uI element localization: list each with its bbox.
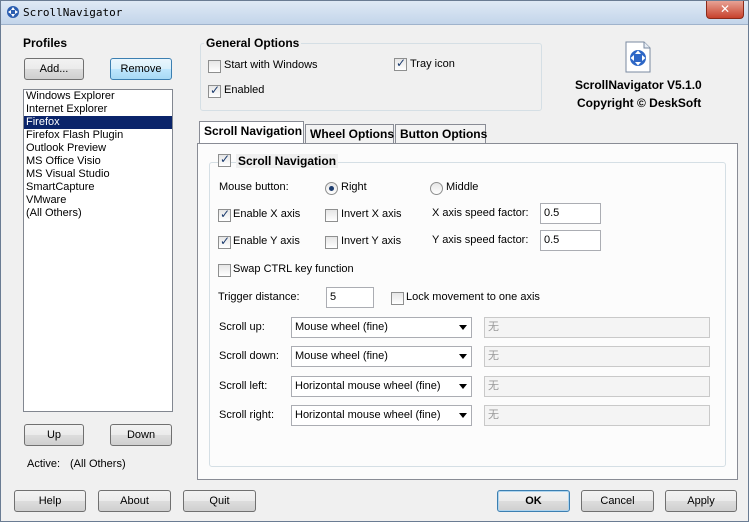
scroll-row-label: Scroll left: (219, 380, 268, 392)
swap-ctrl-label: Swap CTRL key function (233, 263, 354, 275)
tab-wheel-options[interactable]: Wheel Options (305, 124, 394, 144)
scroll-action-value: Mouse wheel (fine) (295, 350, 388, 362)
remove-profile-button[interactable]: Remove (110, 58, 172, 80)
right-button-radio[interactable] (325, 182, 338, 195)
enable-y-axis-label: Enable Y axis (233, 235, 300, 247)
scroll-extra-field: 无 (484, 405, 710, 426)
dropdown-arrow-icon (459, 384, 467, 389)
scroll-row-label: Scroll right: (219, 409, 275, 421)
dropdown-arrow-icon (459, 325, 467, 330)
tab-button-options[interactable]: Button Options (395, 124, 487, 144)
product-version: ScrollNavigator V5.1.0 (575, 78, 702, 92)
start-with-windows-checkbox[interactable] (208, 60, 221, 73)
active-value: (All Others) (70, 458, 126, 470)
scroll-extra-field: 无 (484, 376, 710, 397)
invert-y-axis-checkbox[interactable] (325, 236, 338, 249)
scroll-action-value: Horizontal mouse wheel (fine) (295, 380, 441, 392)
scroll-action-value: Mouse wheel (fine) (295, 321, 388, 333)
profiles-list-items: Windows Explorer Internet Explorer Firefox… (24, 90, 172, 220)
enabled-label: Enabled (224, 84, 265, 96)
invert-x-axis-label: Invert X axis (341, 208, 402, 220)
right-button-label: Right (341, 181, 367, 193)
ok-button[interactable]: OK (497, 490, 570, 512)
window-title: ScrollNavigator (23, 6, 123, 19)
list-item[interactable]: Firefox Flash Plugin (24, 129, 172, 142)
scroll-action-select[interactable]: Mouse wheel (fine) (291, 317, 472, 338)
general-options-title: General Options (204, 36, 302, 50)
cancel-button[interactable]: Cancel (581, 490, 654, 512)
scroll-navigation-checkbox[interactable] (218, 152, 231, 167)
about-button[interactable]: About (98, 490, 171, 512)
invert-y-axis-label: Invert Y axis (341, 235, 402, 247)
scroll-action-select[interactable]: Horizontal mouse wheel (fine) (291, 376, 472, 397)
swap-ctrl-checkbox[interactable] (218, 264, 231, 277)
main-window: ScrollNavigator ✕ Profiles Add... Remove… (0, 0, 749, 522)
title-bar[interactable]: ScrollNavigator ✕ (1, 1, 748, 25)
add-profile-button[interactable]: Add... (24, 58, 84, 80)
y-speed-label: Y axis speed factor: (432, 234, 529, 246)
lock-movement-checkbox[interactable] (391, 292, 404, 305)
list-item[interactable]: Internet Explorer (24, 103, 172, 116)
scroll-navigation-section-label: Scroll Navigation (236, 154, 339, 168)
scroll-extra-field: 无 (484, 346, 710, 367)
apply-button[interactable]: Apply (665, 490, 737, 512)
general-options-group (200, 43, 542, 111)
mouse-button-label: Mouse button: (219, 181, 289, 193)
list-item[interactable]: SmartCapture (24, 181, 172, 194)
x-speed-label: X axis speed factor: (432, 207, 529, 219)
scroll-extra-field: 无 (484, 317, 710, 338)
enable-x-axis-label: Enable X axis (233, 208, 301, 220)
start-with-windows-label: Start with Windows (224, 59, 318, 71)
list-item[interactable]: MS Office Visio (24, 155, 172, 168)
list-item[interactable]: Outlook Preview (24, 142, 172, 155)
move-arrows-icon (625, 41, 651, 73)
tab-scroll-navigation[interactable]: Scroll Navigation (199, 121, 304, 143)
middle-button-label: Middle (446, 181, 479, 193)
list-item[interactable]: VMware (24, 194, 172, 207)
list-item[interactable]: Windows Explorer (24, 90, 172, 103)
tray-icon-checkbox[interactable] (394, 56, 407, 71)
dropdown-arrow-icon (459, 354, 467, 359)
scroll-row-label: Scroll up: (219, 321, 265, 333)
scroll-action-select[interactable]: Mouse wheel (fine) (291, 346, 472, 367)
tray-icon-label: Tray icon (410, 58, 455, 70)
scroll-action-value: Horizontal mouse wheel (fine) (295, 409, 441, 421)
y-speed-input[interactable]: 0.5 (540, 230, 601, 251)
trigger-distance-label: Trigger distance: (218, 291, 300, 303)
list-item[interactable]: Firefox (24, 116, 172, 129)
help-button[interactable]: Help (14, 490, 86, 512)
active-label: Active: (27, 458, 61, 470)
scroll-row-label: Scroll down: (219, 350, 279, 362)
middle-button-radio[interactable] (430, 182, 443, 195)
enable-y-axis-checkbox[interactable] (218, 234, 231, 249)
copyright-text: Copyright © DeskSoft (577, 96, 702, 110)
invert-x-axis-checkbox[interactable] (325, 209, 338, 222)
quit-button[interactable]: Quit (183, 490, 256, 512)
down-button[interactable]: Down (110, 424, 172, 446)
list-item[interactable]: MS Visual Studio (24, 168, 172, 181)
close-button[interactable]: ✕ (706, 1, 744, 19)
enable-x-axis-checkbox[interactable] (218, 207, 231, 222)
profiles-title: Profiles (21, 36, 70, 50)
lock-movement-label: Lock movement to one axis (406, 291, 540, 303)
trigger-distance-input[interactable]: 5 (326, 287, 374, 308)
list-item[interactable]: (All Others) (24, 207, 172, 220)
dropdown-arrow-icon (459, 413, 467, 418)
x-speed-input[interactable]: 0.5 (540, 203, 601, 224)
up-button[interactable]: Up (24, 424, 84, 446)
app-icon (7, 6, 19, 18)
enabled-checkbox[interactable] (208, 83, 221, 98)
profiles-list[interactable]: Windows Explorer Internet Explorer Firefox… (23, 89, 173, 412)
scroll-action-select[interactable]: Horizontal mouse wheel (fine) (291, 405, 472, 426)
